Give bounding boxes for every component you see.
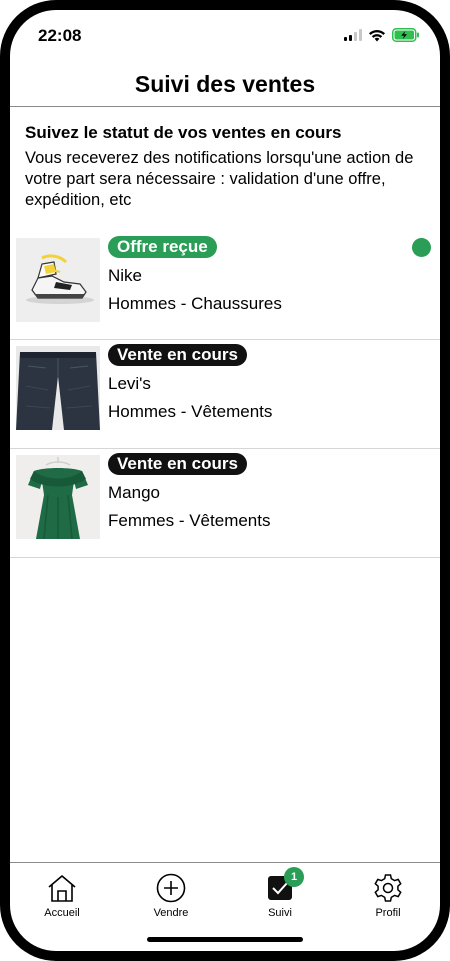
intro-text: Vous receverez des notifications lorsqu'… [25, 149, 414, 209]
tab-accueil[interactable]: Accueil [12, 873, 112, 923]
notification-dot [412, 238, 431, 257]
sale-item-nike[interactable]: Offre reçue Nike Hommes - Chaussures [10, 232, 440, 340]
status-badge: Vente en cours [108, 344, 247, 366]
phone-frame: 22:08 Suivi des ventes Suivez le statut … [0, 0, 450, 961]
nav-header: Suivi des ventes [10, 62, 440, 107]
tab-label: Profil [375, 907, 401, 919]
category-label: Hommes - Vêtements [108, 402, 273, 421]
status-time: 22:08 [38, 26, 82, 45]
tab-label: Suivi [268, 907, 292, 919]
product-image-jeans [16, 346, 100, 430]
wifi-icon [369, 29, 385, 41]
brand-label: Nike [108, 266, 143, 285]
tab-label: Vendre [153, 907, 189, 919]
tab-badge-count: 1 [284, 867, 304, 887]
plus-circle-icon [155, 873, 187, 903]
product-image-sneakers [16, 238, 100, 322]
intro-section: Suivez le statut de vos ventes en cours … [25, 122, 425, 211]
tab-profil[interactable]: Profil [338, 873, 438, 923]
sales-list: Offre reçue Nike Hommes - Chaussures Ven… [10, 232, 440, 558]
intro-title: Suivez le statut de vos ventes en cours [25, 123, 342, 142]
cellular-signal-icon [344, 29, 362, 41]
category-label: Femmes - Vêtements [108, 511, 271, 530]
brand-label: Mango [108, 483, 160, 502]
app-screen: 22:08 Suivi des ventes Suivez le statut … [10, 10, 440, 951]
tab-label: Accueil [44, 907, 80, 919]
home-icon [46, 873, 78, 903]
product-image-dress [16, 455, 100, 539]
category-label: Hommes - Chaussures [108, 294, 282, 313]
tab-vendre[interactable]: Vendre [121, 873, 221, 923]
status-bar: 22:08 [10, 10, 440, 60]
brand-label: Levi's [108, 374, 151, 393]
battery-charging-icon [392, 28, 419, 42]
sale-item-mango[interactable]: Vente en cours Mango Femmes - Vêtements [10, 449, 440, 558]
sale-item-levis[interactable]: Vente en cours Levi's Hommes - Vêtements [10, 340, 440, 449]
status-badge: Offre reçue [108, 236, 217, 258]
status-badge: Vente en cours [108, 453, 247, 475]
page-title: Suivi des ventes [134, 71, 316, 97]
home-indicator[interactable] [147, 937, 303, 942]
tab-suivi[interactable]: 1 Suivi [230, 867, 330, 923]
status-icons [344, 28, 420, 42]
checkbox-icon: 1 [264, 867, 304, 903]
gear-icon [372, 873, 404, 903]
